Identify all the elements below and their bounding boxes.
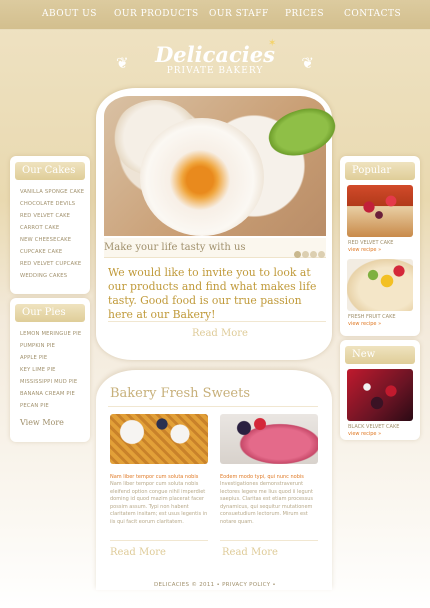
sweet-description: Investigationes demonstraverunt lectores… bbox=[220, 481, 314, 525]
sidebar-our-pies: Our Pies LEMON MERINGUE PIE PUMPKIN PIE … bbox=[10, 298, 90, 442]
star-icon: ✶ bbox=[268, 38, 277, 49]
divider bbox=[110, 540, 208, 541]
left-swirl-icon: ❦ bbox=[116, 54, 129, 72]
product-caption: FRESH FRUIT CAKE bbox=[348, 314, 396, 320]
slider-dot[interactable] bbox=[310, 251, 317, 258]
right-swirl-icon: ❦ bbox=[301, 54, 314, 72]
sidebar-item-pecan-pie[interactable]: PECAN PIE bbox=[20, 400, 90, 412]
cakes-list: VANILLA SPONGE CAKE CHOCOLATE DEVILS RED… bbox=[20, 186, 90, 282]
sweet-description: Nam liber tempor cum soluta nobis eleife… bbox=[110, 481, 208, 525]
pies-list: LEMON MERINGUE PIE PUMPKIN PIE APPLE PIE… bbox=[20, 328, 90, 412]
donut-shape bbox=[140, 118, 264, 236]
sidebar-item-red-velvet-cupcake[interactable]: RED VELVET CUPCAKE bbox=[20, 258, 90, 270]
slider-dot[interactable] bbox=[294, 251, 301, 258]
sidebar-item-lemon-meringue-pie[interactable]: LEMON MERINGUE PIE bbox=[20, 328, 90, 340]
sidebar-item-apple-pie[interactable]: APPLE PIE bbox=[20, 352, 90, 364]
logo-subtitle: PRIVATE BAKERY bbox=[166, 66, 264, 76]
slider-dot[interactable] bbox=[318, 251, 325, 258]
view-recipe-link[interactable]: view recipe » bbox=[348, 321, 420, 327]
hero-tagline: Make your life tasty with us bbox=[104, 238, 326, 258]
sidebar-item-wedding-cakes[interactable]: WEDDING CAKES bbox=[20, 270, 90, 282]
waffles-image[interactable] bbox=[110, 414, 208, 464]
nav-contacts[interactable]: CONTACTS bbox=[344, 9, 401, 19]
sweet-title[interactable]: Eodem modo typi, qui nunc nobis bbox=[220, 474, 304, 480]
divider bbox=[108, 406, 318, 407]
sidebar-item-new-cheesecake[interactable]: NEW CHEESECAKE bbox=[20, 234, 90, 246]
red-velvet-cake-image[interactable] bbox=[347, 185, 413, 237]
sidebar-heading: Our Cakes bbox=[15, 162, 85, 180]
sidebar-heading: Our Pies bbox=[15, 304, 85, 322]
sweet-title[interactable]: Nam liber tempor cum soluta nobis bbox=[110, 474, 198, 480]
sidebar-heading: Popular bbox=[345, 162, 415, 180]
sidebar-item-pumpkin-pie[interactable]: PUMPKIN PIE bbox=[20, 340, 90, 352]
sidebar-item-key-lime-pie[interactable]: KEY LIME PIE bbox=[20, 364, 90, 376]
sidebar-item-red-velvet-cake[interactable]: RED VELVET CAKE bbox=[20, 210, 90, 222]
sidebar-item-mississippi-mud-pie[interactable]: MISSISSIPPI MUD PIE bbox=[20, 376, 90, 388]
read-more-button[interactable]: Read More bbox=[192, 328, 248, 339]
product-caption: RED VELVET CAKE bbox=[348, 240, 394, 246]
black-velvet-cake-image[interactable] bbox=[347, 369, 413, 421]
sidebar-item-carrot-cake[interactable]: CARROT CAKE bbox=[20, 222, 90, 234]
sidebar-item-vanilla-sponge-cake[interactable]: VANILLA SPONGE CAKE bbox=[20, 186, 90, 198]
nav-our-products[interactable]: OUR PRODUCTS bbox=[114, 9, 199, 19]
slider-pagination bbox=[294, 243, 326, 262]
sidebar-item-cupcake-cake[interactable]: CUPCAKE CAKE bbox=[20, 246, 90, 258]
footer-text: DELICACIES © 2011 • PRIVACY POLICY • bbox=[154, 582, 276, 588]
nav-about-us[interactable]: ABOUT US bbox=[42, 9, 97, 19]
sidebar-item-chocolate-devils[interactable]: CHOCOLATE DEVILS bbox=[20, 198, 90, 210]
divider bbox=[108, 321, 326, 322]
fresh-fruit-cake-image[interactable] bbox=[347, 259, 413, 311]
read-more-button[interactable]: Read More bbox=[110, 547, 166, 558]
read-more-button[interactable]: Read More bbox=[222, 547, 278, 558]
top-navigation: ABOUT US OUR PRODUCTS OUR STAFF PRICES C… bbox=[0, 0, 430, 30]
view-recipe-link[interactable]: view recipe » bbox=[348, 431, 420, 437]
site-logo[interactable]: ❦ ❦ ✶ Delicacies PRIVATE BAKERY bbox=[110, 38, 320, 84]
section-title: Bakery Fresh Sweets bbox=[110, 386, 250, 401]
view-recipe-link[interactable]: view recipe » bbox=[348, 247, 420, 253]
slider-dot[interactable] bbox=[302, 251, 309, 258]
intro-text: We would like to invite you to look at o… bbox=[108, 266, 317, 321]
sidebar-popular: Popular RED VELVET CAKE view recipe » FR… bbox=[340, 156, 420, 336]
sidebar-item-banana-cream-pie[interactable]: BANANA CREAM PIE bbox=[20, 388, 90, 400]
raspberry-cake-image[interactable] bbox=[220, 414, 318, 464]
sidebar-our-cakes: Our Cakes VANILLA SPONGE CAKE CHOCOLATE … bbox=[10, 156, 90, 294]
nav-prices[interactable]: PRICES bbox=[285, 9, 324, 19]
logo-title: Delicacies bbox=[155, 42, 275, 67]
view-more-link[interactable]: View More bbox=[20, 418, 90, 427]
sidebar-new: New BLACK VELVET CAKE view recipe » bbox=[340, 340, 420, 440]
sidebar-heading: New bbox=[345, 346, 415, 364]
divider bbox=[220, 540, 318, 541]
product-caption: BLACK VELVET CAKE bbox=[348, 424, 400, 430]
nav-our-staff[interactable]: OUR STAFF bbox=[209, 9, 269, 19]
